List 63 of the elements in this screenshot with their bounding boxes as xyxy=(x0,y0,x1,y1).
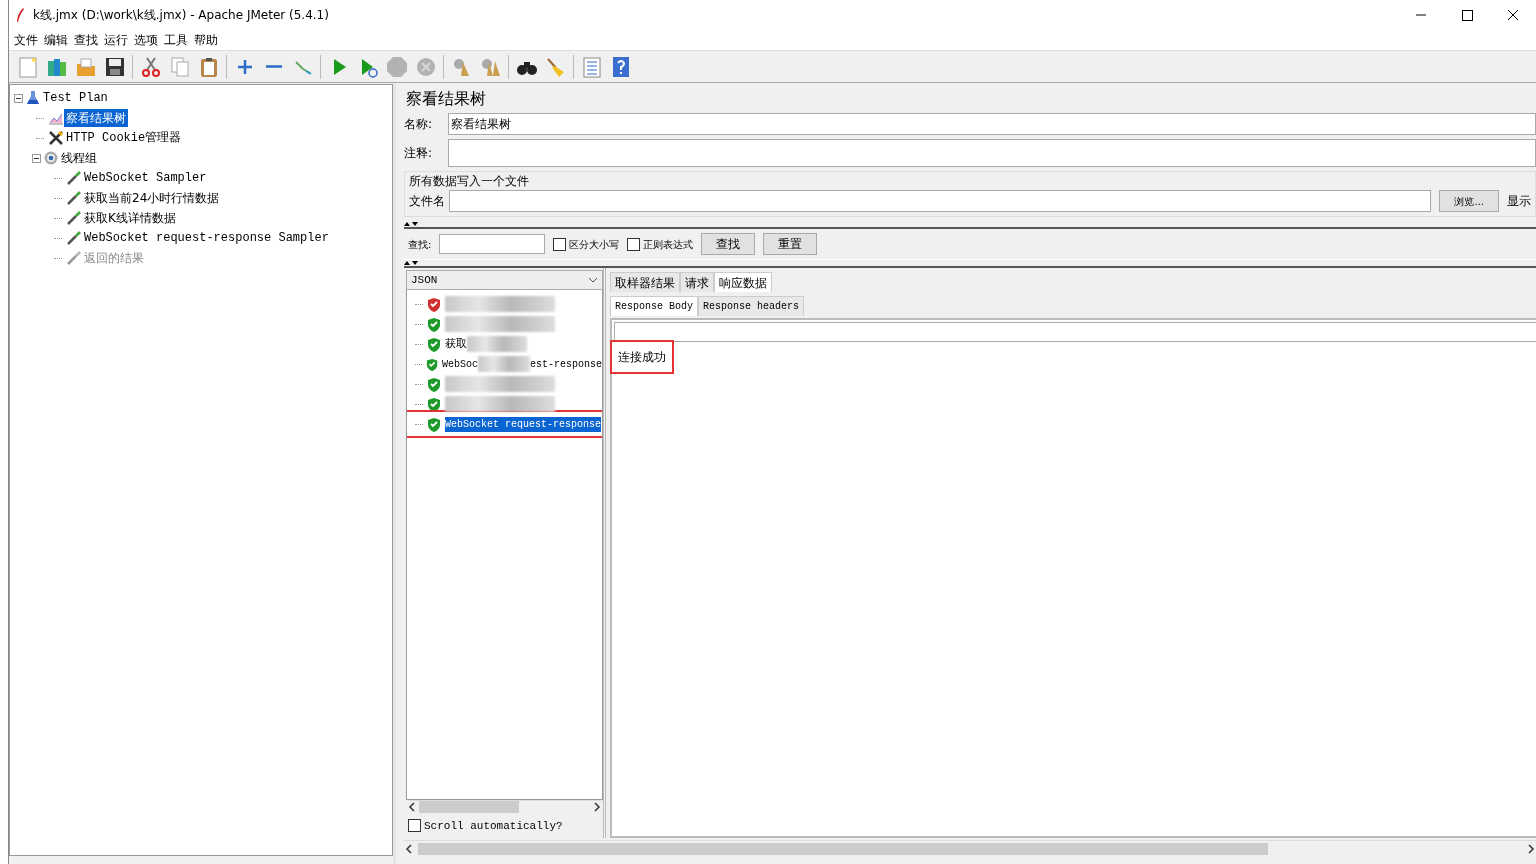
tab[interactable]: Response Body xyxy=(610,296,698,316)
window-title: k线.jmx (D:\work\k线.jmx) - Apache JMeter (5.4.1) xyxy=(33,7,329,24)
scissors-icon xyxy=(139,55,162,78)
tree-item[interactable]: 线程组 xyxy=(59,149,99,167)
tab[interactable]: 请求 xyxy=(680,272,714,292)
tree-item[interactable]: 获取K线详情数据 xyxy=(82,209,178,227)
search-field[interactable] xyxy=(439,234,546,254)
field-label: 文件名 xyxy=(409,193,445,210)
floppy-icon xyxy=(103,55,126,78)
tree-item[interactable]: 察看结果树 xyxy=(64,109,128,127)
result-item-text: est-response xyxy=(529,357,602,372)
menu-item[interactable]: 查找 xyxy=(71,31,101,49)
collapse-toggle[interactable] xyxy=(32,153,41,163)
horizontal-scrollbar[interactable] xyxy=(404,840,1536,856)
field-label: 名称: xyxy=(404,116,434,133)
checkbox[interactable] xyxy=(553,237,567,251)
split-arrows-icon xyxy=(404,260,420,266)
checkbox-label: 正则表达式 xyxy=(643,237,694,252)
menu-item[interactable]: 选项 xyxy=(131,31,161,49)
panel-title: 察看结果树 xyxy=(406,88,487,110)
menu-item[interactable]: 文件 xyxy=(11,31,41,49)
tab[interactable]: 取样器结果 xyxy=(610,272,680,292)
feather-icon xyxy=(15,7,25,23)
tree-item[interactable]: WebSocket Sampler xyxy=(82,169,209,187)
menu-item[interactable]: 帮助 xyxy=(191,31,221,49)
checkbox-label: Scroll automatically? xyxy=(424,818,563,834)
stop-icon xyxy=(385,55,408,78)
name-field[interactable]: 察看结果树 xyxy=(448,113,1536,135)
tab[interactable]: Response headers xyxy=(698,296,805,316)
chevron-down-icon xyxy=(588,277,598,283)
list-icon xyxy=(580,55,603,78)
field-label: 注释: xyxy=(404,145,434,162)
copy-icon xyxy=(168,55,191,78)
new-file-icon xyxy=(16,55,39,78)
search-label: 查找: xyxy=(408,237,432,252)
checkbox[interactable] xyxy=(408,819,421,833)
result-item[interactable]: 获取 xyxy=(445,335,467,353)
reset-button[interactable]: 重置 xyxy=(763,233,818,255)
renderer-dropdown[interactable]: JSON xyxy=(406,270,603,290)
checkbox[interactable] xyxy=(627,237,641,251)
tree-item[interactable]: 获取当前24小时行情数据 xyxy=(82,189,222,207)
folder-icon xyxy=(74,55,97,78)
field-label: 显示 xyxy=(1507,193,1531,210)
tab[interactable]: 响应数据 xyxy=(714,272,772,292)
collapse-toggle[interactable] xyxy=(14,93,23,103)
response-search-field[interactable] xyxy=(614,322,1536,342)
result-item[interactable]: WebSocket request-response xyxy=(445,416,602,432)
split-arrows-icon xyxy=(404,221,420,227)
menu-item[interactable]: 工具 xyxy=(161,31,191,49)
tree-item[interactable]: HTTP Cookie管理器 xyxy=(64,129,184,147)
filename-field[interactable] xyxy=(449,190,1432,212)
menu-item[interactable]: 运行 xyxy=(101,31,131,49)
tree-item[interactable]: WebSocket request-response Sampler xyxy=(82,229,331,247)
stop-circle-icon xyxy=(414,55,437,78)
minus-icon xyxy=(265,64,282,69)
menu-item[interactable]: 编辑 xyxy=(41,31,71,49)
group-title: 所有数据写入一个文件 xyxy=(409,173,530,190)
find-button[interactable]: 查找 xyxy=(701,233,756,255)
result-item[interactable]: WebSoc xyxy=(442,356,479,372)
tree-item[interactable]: Test Plan xyxy=(41,89,110,107)
comment-field[interactable] xyxy=(448,139,1536,167)
browse-button[interactable]: 浏览... xyxy=(1439,190,1499,212)
checkbox-label: 区分大小写 xyxy=(569,237,620,252)
